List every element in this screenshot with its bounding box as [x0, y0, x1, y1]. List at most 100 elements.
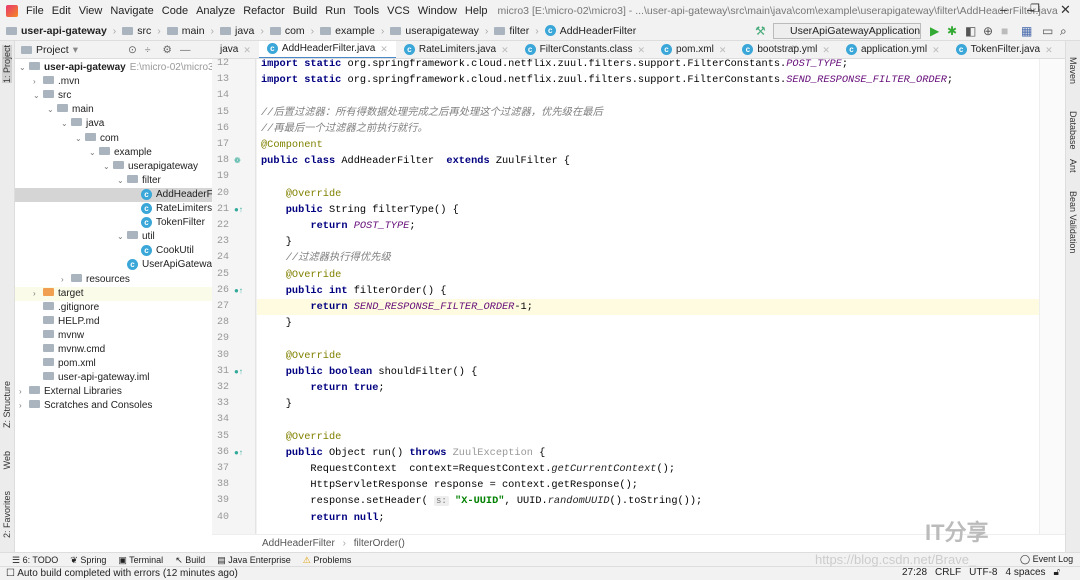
tree-item[interactable]: ⌄ java	[15, 117, 212, 131]
maven-tool-button[interactable]: Maven	[1068, 57, 1078, 84]
tab-pom-xml[interactable]: c pom.xml ✕	[653, 41, 734, 58]
profile-icon[interactable]: ⊕	[983, 24, 993, 38]
editor-scrollbar[interactable]	[1039, 59, 1065, 534]
tree-item[interactable]: ⌄ filter	[15, 174, 212, 188]
tab-application-yml[interactable]: c application.yml ✕	[838, 41, 948, 58]
breadcrumb-method[interactable]: filterOrder()	[354, 538, 405, 549]
web-tool-button[interactable]: Web	[2, 451, 12, 469]
build-hammer-icon[interactable]: ⚒	[755, 24, 766, 38]
tool-window-problems[interactable]: ⚠ Problems	[303, 555, 352, 566]
tab-tokenfilter-java[interactable]: c TokenFilter.java ✕	[948, 41, 1061, 58]
chevron-right-icon[interactable]: ›	[19, 385, 29, 399]
locate-icon[interactable]: ⊙	[128, 44, 137, 56]
menu-vcs[interactable]: VCS	[387, 5, 410, 17]
close-tab-icon[interactable]: ✕	[243, 41, 251, 58]
chevron-down-icon[interactable]: ⌄	[75, 132, 85, 146]
debug-icon[interactable]: ✱	[947, 24, 957, 38]
tab-filterconstants-class[interactable]: c FilterConstants.class ✕	[517, 41, 653, 58]
tree-item[interactable]: › target	[15, 286, 212, 301]
structure-tool-button[interactable]: Z: Structure	[2, 381, 12, 428]
tree-item[interactable]: ⌄ util	[15, 230, 212, 244]
tree-item[interactable]: mvnw	[15, 329, 212, 343]
restore-button[interactable]: ❐	[1030, 2, 1040, 15]
close-tab-icon[interactable]: ✕	[501, 41, 509, 58]
tree-item[interactable]: › .mvn	[15, 75, 212, 89]
close-tab-icon[interactable]: ✕	[637, 41, 645, 58]
spring-bean-icon[interactable]: ❁	[234, 156, 241, 165]
tree-item[interactable]: ⌄ userapigateway	[15, 160, 212, 174]
tree-item[interactable]: c RateLimiters	[15, 202, 212, 216]
tab-bootstrap-yml[interactable]: c bootstrap.yml ✕	[734, 41, 838, 58]
menu-refactor[interactable]: Refactor	[243, 5, 285, 17]
chevron-down-icon[interactable]: ⌄	[103, 160, 113, 174]
nav-crumb[interactable]: java ›	[220, 25, 264, 37]
close-tab-icon[interactable]: ✕	[822, 41, 830, 58]
nav-crumb[interactable]: filter ›	[494, 25, 539, 37]
override-marker-icon[interactable]: ●↑	[234, 448, 243, 457]
menu-navigate[interactable]: Navigate	[110, 5, 153, 17]
menu-code[interactable]: Code	[162, 5, 188, 17]
tool-window-spring[interactable]: ❦ Spring	[70, 555, 106, 566]
project-structure-icon[interactable]: ▦	[1021, 24, 1032, 38]
menu-view[interactable]: View	[79, 5, 103, 17]
project-tool-button[interactable]: 1: Project	[2, 45, 12, 84]
tree-item[interactable]: ⌄ main	[15, 103, 212, 117]
gear-icon[interactable]: ⚙	[163, 44, 172, 56]
database-tool-button[interactable]: Database	[1068, 111, 1078, 150]
lock-icon[interactable]: 🔓︎	[1054, 567, 1060, 578]
chevron-down-icon[interactable]: ⌄	[47, 103, 57, 117]
tree-item[interactable]: c CookUtil	[15, 244, 212, 258]
close-tab-icon[interactable]: ✕	[380, 41, 388, 58]
tree-item[interactable]: ⌄ example	[15, 146, 212, 160]
minimize-icon[interactable]: –	[1000, 2, 1007, 17]
tool-window-6-todo[interactable]: ☰ 6: TODO	[12, 555, 58, 566]
close-tab-icon[interactable]: ✕	[1045, 41, 1053, 58]
override-marker-icon[interactable]: ●↑	[234, 205, 243, 214]
file-encoding[interactable]: UTF-8	[969, 567, 997, 578]
override-marker-icon[interactable]: ●↑	[234, 367, 243, 376]
menu-build[interactable]: Build	[293, 5, 317, 17]
chevron-down-icon[interactable]: ⌄	[61, 117, 71, 131]
menu-help[interactable]: Help	[465, 5, 488, 17]
favorites-tool-button[interactable]: 2: Favorites	[2, 491, 12, 538]
tool-window-terminal[interactable]: ▣ Terminal	[118, 555, 163, 566]
chevron-down-icon[interactable]: ⌄	[117, 174, 127, 188]
code-editor[interactable]: import static org.springframework.cloud.…	[257, 59, 1039, 534]
menu-window[interactable]: Window	[418, 5, 457, 17]
caret-position[interactable]: 27:28	[902, 567, 927, 578]
tree-item[interactable]: mvnw.cmd	[15, 343, 212, 357]
tree-item[interactable]: ⌄ com	[15, 132, 212, 146]
chevron-down-icon[interactable]: ⌄	[89, 146, 99, 160]
tab-cookutil-java[interactable]: cCookUtil.java✕	[1061, 41, 1065, 58]
tree-item[interactable]: › External Libraries	[15, 385, 212, 399]
chevron-right-icon[interactable]: ›	[61, 273, 71, 287]
indent-setting[interactable]: 4 spaces	[1005, 567, 1045, 578]
chevron-right-icon[interactable]: ›	[33, 287, 43, 301]
search-icon[interactable]: ⌕	[1060, 24, 1067, 39]
tree-item[interactable]: c TokenFilter	[15, 216, 212, 230]
tree-item[interactable]: .gitignore	[15, 301, 212, 315]
nav-crumb[interactable]: user-api-gateway ›	[6, 25, 116, 37]
tree-item[interactable]: user-api-gateway.iml	[15, 371, 212, 385]
tree-item[interactable]: › Scratches and Consoles	[15, 399, 212, 413]
override-marker-icon[interactable]: ●↑	[234, 286, 243, 295]
terminal-icon[interactable]: ▭	[1042, 24, 1053, 38]
nav-crumb[interactable]: userapigateway ›	[390, 25, 488, 37]
close-tab-icon[interactable]: ✕	[719, 41, 727, 58]
nav-crumb[interactable]: example ›	[320, 25, 384, 37]
tree-item[interactable]: HELP.md	[15, 315, 212, 329]
tree-item[interactable]: ⌄ src	[15, 89, 212, 103]
chevron-right-icon[interactable]: ›	[19, 399, 29, 413]
nav-crumb[interactable]: src ›	[122, 25, 161, 37]
tab-addheaderfilter-java[interactable]: c AddHeaderFilter.java ✕	[258, 41, 396, 58]
nav-crumb[interactable]: main ›	[166, 25, 214, 37]
tree-item[interactable]: ⌄ user-api-gatewayE:\micro-02\micro3\u	[15, 61, 212, 75]
bean-validation-tool-button[interactable]: Bean Validation	[1068, 191, 1078, 253]
nav-crumb[interactable]: com ›	[269, 25, 314, 37]
chevron-down-icon[interactable]: ⌄	[19, 61, 29, 75]
menu-file[interactable]: File	[26, 5, 44, 17]
project-view-select[interactable]: Project	[36, 44, 69, 56]
breadcrumb-class[interactable]: AddHeaderFilter	[262, 538, 335, 549]
run-icon[interactable]: ▶	[930, 24, 939, 38]
collapse-icon[interactable]: ÷	[145, 44, 151, 56]
